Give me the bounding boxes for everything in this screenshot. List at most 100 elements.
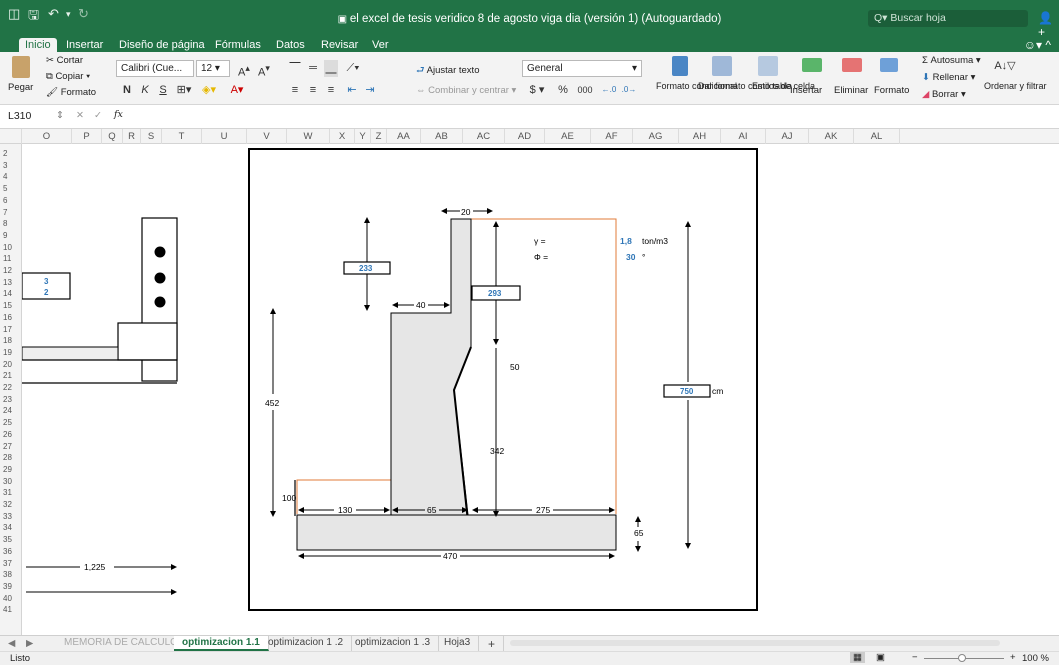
prev-sheet-icon[interactable]: ◀ [8,638,15,649]
row-header[interactable]: 8 [0,219,21,228]
row-header[interactable]: 39 [0,582,21,591]
horizontal-scrollbar[interactable] [510,640,1000,646]
row-header[interactable]: 17 [0,325,21,334]
cell-styles-icon[interactable] [758,56,778,76]
tab-insertar[interactable]: Insertar [66,38,103,53]
formula-input[interactable] [140,108,1052,126]
column-header[interactable]: O [22,129,72,144]
align-middle-icon[interactable]: ═ [306,60,320,77]
font-size-select[interactable]: 12 ▾ [196,60,230,77]
row-header[interactable]: 12 [0,266,21,275]
row-header[interactable]: 26 [0,430,21,439]
search-input[interactable]: Q▾ Buscar hoja [868,10,1028,27]
sheet-tab-memoria[interactable]: MEMORIA DE CALCULO [56,636,187,651]
borders-icon[interactable]: ⊞▾ [176,82,192,99]
row-header[interactable]: 29 [0,465,21,474]
row-header[interactable]: 10 [0,243,21,252]
zoom-level[interactable]: 100 % [1022,653,1049,664]
select-all-corner[interactable] [0,129,22,144]
tab-formulas[interactable]: Fórmulas [215,38,261,53]
tab-diseno-pagina[interactable]: Diseño de página [119,38,205,53]
row-header[interactable]: 37 [0,559,21,568]
paste-icon[interactable] [12,56,30,78]
increase-decimal-icon[interactable]: ←.0 [600,82,618,99]
decrease-indent-icon[interactable]: ⇤ [344,82,360,99]
row-header[interactable]: 20 [0,360,21,369]
share-user-icon[interactable]: 👤+ [1038,11,1059,39]
sort-filter-icon[interactable]: A↓▽ [990,58,1020,75]
page-layout-icon[interactable]: ▣ [876,652,885,663]
copy-button[interactable]: ⧉ Copiar ▾ [46,71,90,82]
name-box[interactable]: L310 [4,109,52,125]
insert-cells-icon[interactable] [802,58,822,72]
row-header[interactable]: 16 [0,313,21,322]
row-header[interactable]: 4 [0,172,21,181]
row-header[interactable]: 34 [0,523,21,532]
zoom-slider-thumb[interactable] [958,654,966,662]
column-header[interactable]: AC [463,129,505,144]
align-right-icon[interactable]: ≡ [324,82,338,99]
sort-filter-button[interactable]: Ordenar y filtrar [984,82,1047,91]
column-header[interactable]: AA [387,129,421,144]
decrease-decimal-icon[interactable]: .0→ [620,82,638,99]
tab-datos[interactable]: Datos [276,38,305,53]
column-header[interactable]: Y [355,129,371,144]
namebox-dropdown-icon[interactable]: ⇕ [56,110,64,121]
next-sheet-icon[interactable]: ▶ [26,638,33,649]
row-header[interactable]: 28 [0,453,21,462]
column-header[interactable]: X [330,129,355,144]
format-cells-icon[interactable] [880,58,898,72]
row-header[interactable]: 32 [0,500,21,509]
merge-center-button[interactable]: ⇔ Combinar y centrar ▾ [416,85,516,96]
column-header[interactable]: AK [809,129,854,144]
tab-revisar[interactable]: Revisar [321,38,358,53]
tab-inicio[interactable]: Inicio [19,38,57,53]
clear-button[interactable]: ◢ Borrar ▾ [922,89,966,100]
column-header[interactable]: T [162,129,202,144]
format-table-icon[interactable] [712,56,732,76]
row-header[interactable]: 22 [0,383,21,392]
align-center-icon[interactable]: ≡ [306,82,320,99]
conditional-format-icon[interactable] [672,56,688,76]
row-header[interactable]: 25 [0,418,21,427]
delete-button[interactable]: Eliminar [834,85,868,96]
column-header[interactable]: AL [854,129,900,144]
row-header[interactable]: 11 [0,254,21,263]
row-header[interactable]: 6 [0,196,21,205]
align-left-icon[interactable]: ≡ [288,82,302,99]
column-header[interactable]: AF [591,129,633,144]
row-header[interactable]: 21 [0,371,21,380]
wrap-text-button[interactable]: ⮐ Ajustar texto [416,63,479,79]
row-header[interactable]: 3 [0,161,21,170]
orientation-icon[interactable]: ⟋▾ [344,60,362,77]
row-header[interactable]: 7 [0,208,21,217]
row-header[interactable]: 13 [0,278,21,287]
column-header[interactable]: R [123,129,141,144]
fill-button[interactable]: ⬇ Rellenar ▾ [922,72,975,83]
italic-button[interactable]: K [138,82,152,99]
insert-button[interactable]: Insertar [790,85,822,96]
sheet-tab-hoja3[interactable]: Hoja3 [436,636,480,651]
row-header[interactable]: 23 [0,395,21,404]
column-header[interactable]: AH [679,129,721,144]
format-painter-button[interactable]: 🖌 Formato [46,87,96,98]
font-color-icon[interactable]: A▾ [226,82,248,99]
tab-ver[interactable]: Ver [372,38,389,53]
increase-font-icon[interactable]: A▴ [236,60,252,79]
number-format-select[interactable]: General ▾ [522,60,642,77]
currency-button[interactable]: $ ▾ [526,82,548,99]
column-header[interactable]: V [247,129,287,144]
bold-button[interactable]: N [120,82,134,99]
thousands-button[interactable]: 000 [574,82,596,99]
autosum-button[interactable]: Σ Autosuma ▾ [922,55,981,66]
cell-styles-button[interactable]: Estilos de celda [752,82,815,91]
fx-icon[interactable]: fx [114,109,123,120]
cancel-icon[interactable]: ✕ [76,110,84,121]
row-header[interactable]: 15 [0,301,21,310]
format-table-button[interactable]: Dar formato como tabla [698,82,792,91]
align-bottom-icon[interactable]: ⎽ [324,60,338,77]
column-header[interactable]: Q [102,129,123,144]
row-header[interactable]: 40 [0,594,21,603]
row-header[interactable]: 35 [0,535,21,544]
row-header[interactable]: 30 [0,477,21,486]
